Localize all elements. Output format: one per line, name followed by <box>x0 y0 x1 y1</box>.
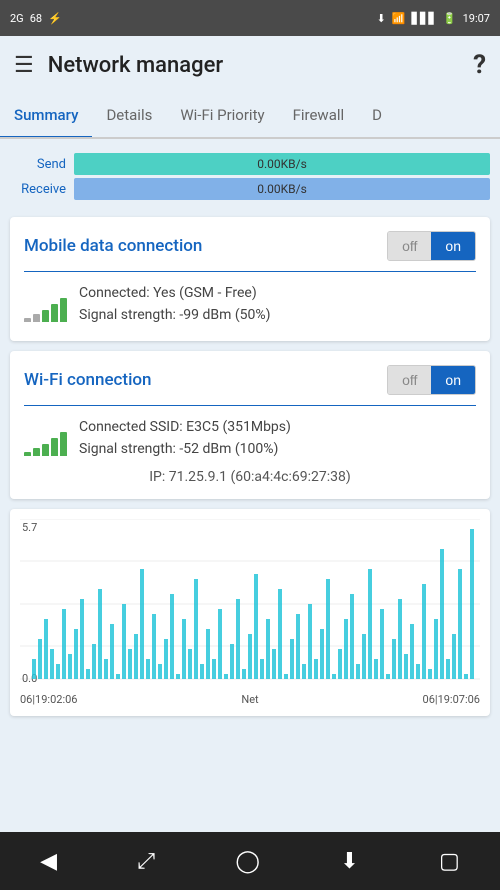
mobile-toggle-on[interactable]: on <box>431 232 475 260</box>
receive-label: Receive <box>10 182 74 197</box>
mobile-card-info: Connected: Yes (GSM - Free) Signal stren… <box>79 282 476 327</box>
app-bar: ☰ Network manager ? <box>0 36 500 94</box>
wifi-signal-icon <box>24 420 67 456</box>
chart-label-right: 06|19:07:06 <box>423 693 480 706</box>
wifi-card: Wi-Fi connection off on Connected SSID: … <box>10 351 490 499</box>
wifi-card-info: Connected SSID: E3C5 (351Mbps) Signal st… <box>79 416 476 461</box>
app-title: Network manager <box>48 53 473 78</box>
wifi-card-divider <box>24 405 476 406</box>
signal-bars-icon: ▋▋▋ <box>412 12 437 25</box>
back-icon[interactable]: ◀ <box>40 849 57 874</box>
battery-icon: 🔋 <box>443 12 457 25</box>
mobile-signal-strength: Signal strength: -99 dBm (50%) <box>79 304 476 326</box>
time-display: 19:07 <box>463 12 490 25</box>
home-minimize-icon[interactable]: ⤢ <box>137 849 155 874</box>
receive-value: 0.00KB/s <box>257 182 307 196</box>
mobile-connection-status: Connected: Yes (GSM - Free) <box>79 282 476 304</box>
network-2g-icon: 2G <box>10 12 24 25</box>
receive-bar: 0.00KB/s <box>74 178 490 200</box>
wifi-ip-address: IP: 71.25.9.1 (60:a4:4c:69:27:38) <box>24 469 476 485</box>
hamburger-menu-icon[interactable]: ☰ <box>14 53 34 78</box>
send-bar: 0.00KB/s <box>74 153 490 175</box>
wifi-status-icon: 📶 <box>392 12 406 25</box>
send-bar-container: 0.00KB/s <box>74 153 490 175</box>
mobile-card-header: Mobile data connection off on <box>24 231 476 261</box>
wifi-signal-strength: Signal strength: -52 dBm (100%) <box>79 438 476 460</box>
mobile-card-body: Connected: Yes (GSM - Free) Signal stren… <box>24 282 476 327</box>
help-icon[interactable]: ? <box>473 50 486 80</box>
status-bar-right: ⬇︎ 📶 ▋▋▋ 🔋 19:07 <box>377 12 490 25</box>
mobile-card-title: Mobile data connection <box>24 236 202 256</box>
chart-labels: 06|19:02:06 Net 06|19:07:06 <box>20 693 480 706</box>
download-icon[interactable]: ⬇ <box>340 849 358 874</box>
chart-area: 5.7 0.0 <box>20 519 480 689</box>
receive-traffic-row: Receive 0.00KB/s <box>10 178 490 200</box>
tab-summary[interactable]: Summary <box>0 94 92 139</box>
send-label: Send <box>10 157 74 172</box>
bluetooth-icon: ⬇︎ <box>377 12 386 25</box>
tab-firewall[interactable]: Firewall <box>279 94 359 137</box>
home-circle-icon[interactable]: ◯ <box>235 849 260 874</box>
traffic-section: Send 0.00KB/s Receive 0.00KB/s <box>10 149 490 207</box>
main-content: Send 0.00KB/s Receive 0.00KB/s Mobile da… <box>0 139 500 832</box>
svg-text:5.7: 5.7 <box>22 521 37 534</box>
wifi-toggle-off[interactable]: off <box>388 366 431 394</box>
wifi-card-header: Wi-Fi connection off on <box>24 365 476 395</box>
tab-details[interactable]: Details <box>92 94 166 137</box>
chart-label-center: Net <box>241 693 258 706</box>
mobile-signal-icon <box>24 286 67 322</box>
tab-wifi-priority[interactable]: Wi-Fi Priority <box>166 94 278 137</box>
mobile-toggle-group: off on <box>387 231 476 261</box>
wifi-card-title: Wi-Fi connection <box>24 370 152 390</box>
wifi-toggle-on[interactable]: on <box>431 366 475 394</box>
mobile-toggle-off[interactable]: off <box>388 232 431 260</box>
send-traffic-row: Send 0.00KB/s <box>10 153 490 175</box>
mobile-data-card: Mobile data connection off on Connected:… <box>10 217 490 341</box>
tab-bar: Summary Details Wi-Fi Priority Firewall … <box>0 94 500 139</box>
wifi-card-body: Connected SSID: E3C5 (351Mbps) Signal st… <box>24 416 476 461</box>
bottom-nav: ◀ ⤢ ◯ ⬇ ▢ <box>0 832 500 890</box>
send-value: 0.00KB/s <box>257 157 307 171</box>
usb-icon: ⚡ <box>48 12 62 25</box>
status-bar-left: 2G 68 ⚡ <box>10 12 62 25</box>
mobile-card-divider <box>24 271 476 272</box>
receive-bar-container: 0.00KB/s <box>74 178 490 200</box>
tab-extra[interactable]: D <box>358 94 396 137</box>
network-68-icon: 68 <box>30 12 42 25</box>
chart-label-left: 06|19:02:06 <box>20 693 77 706</box>
recent-apps-icon[interactable]: ▢ <box>439 849 460 874</box>
wifi-toggle-group: off on <box>387 365 476 395</box>
wifi-ssid: Connected SSID: E3C5 (351Mbps) <box>79 416 476 438</box>
status-bar: 2G 68 ⚡ ⬇︎ 📶 ▋▋▋ 🔋 19:07 <box>0 0 500 36</box>
network-chart-svg: 5.7 0.0 <box>20 519 480 689</box>
network-chart-card: 5.7 0.0 <box>10 509 490 716</box>
